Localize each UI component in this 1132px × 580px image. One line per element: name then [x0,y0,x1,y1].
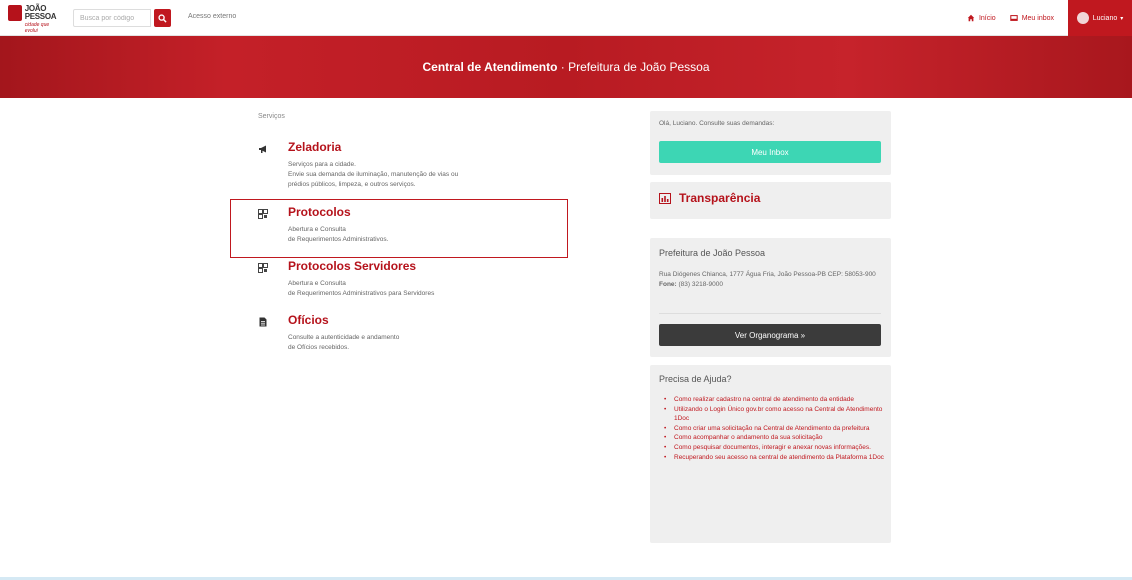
service-description: Consulte a autenticidade e andamento de … [288,333,399,353]
my-inbox-button[interactable]: Meu Inbox [659,141,881,163]
service-desc-line: Envie sua demanda de iluminação, manuten… [288,171,459,178]
help-link[interactable]: Como criar uma solicitação na Central de… [664,424,888,434]
search-button[interactable] [154,9,171,27]
service-title[interactable]: Ofícios [288,313,329,327]
nav-home-link[interactable]: Início [967,14,996,22]
search-input[interactable] [73,9,151,27]
phone-number: (83) 3218-9000 [678,280,723,288]
service-title[interactable]: Protocolos Servidores [288,259,416,273]
transparency-panel[interactable]: Transparência [650,182,891,219]
user-name: Luciano [1092,14,1118,22]
services-label: Serviços [258,113,285,120]
help-link[interactable]: Como realizar cadastro na central de ate… [664,395,888,405]
phone-label: Fone: [659,280,677,288]
service-desc-line: de Requerimentos Administrativos para Se… [288,290,435,297]
joao-pessoa-logo[interactable]: JOÃO PESSOA cidade que evolui [8,5,58,34]
external-access-link[interactable]: Acesso externo [188,13,236,20]
transparency-title[interactable]: Transparência [679,191,760,205]
nav-home-label: Início [978,14,996,22]
banner-title-main: Central de Atendimento [422,60,558,74]
organization-panel: Prefeitura de João Pessoa Rua Diógenes C… [650,238,891,357]
service-title[interactable]: Zeladoria [288,140,341,154]
user-menu[interactable]: Luciano ▾ [1068,0,1132,36]
crest-icon [8,5,22,21]
organization-name: Prefeitura de João Pessoa [659,248,766,258]
nav-inbox-link[interactable]: Meu inbox [1009,14,1054,22]
highlight-box [230,199,568,258]
service-description: Serviços para a cidade. Envie sua demand… [288,160,458,190]
org-chart-button[interactable]: Ver Organograma » [659,324,881,346]
home-icon [967,14,975,22]
help-link[interactable]: Utilizando o Login Único gov.br como ace… [664,405,888,424]
inbox-icon [1009,15,1018,21]
greeting-text: Olá, Luciano. Consulte suas demandas: [659,120,775,127]
logo-tagline: cidade que evolui [24,22,50,34]
inbox-panel: Olá, Luciano. Consulte suas demandas: Me… [650,111,891,175]
avatar [1076,12,1089,24]
help-title: Precisa de Ajuda? [659,374,732,384]
service-desc-line: prédios públicos, limpeza, e outros serv… [288,181,416,188]
bar-chart-icon [659,193,671,204]
logo-line2: PESSOA [24,12,57,21]
organization-address: Rua Diógenes Chianca, 1777 Água Fria, Jo… [659,270,884,289]
page-banner: Central de Atendimento · Prefeitura de J… [0,36,1132,98]
banner-title: Central de Atendimento · Prefeitura de J… [423,60,710,74]
service-description: Abertura e Consulta de Requerimentos Adm… [288,279,434,299]
help-link[interactable]: Como acompanhar o andamento da sua solic… [664,433,888,443]
megaphone-icon [259,145,266,153]
divider [659,313,881,314]
document-icon [259,317,267,327]
chevron-down-icon: ▾ [1120,15,1124,22]
service-desc-line: Abertura e Consulta [288,280,346,287]
phone-line: Fone: (83) 3218-9000 [659,280,884,290]
banner-subtitle: Prefeitura de João Pessoa [568,60,710,74]
help-link[interactable]: Como pesquisar documentos, interagir e a… [664,443,888,453]
qrcode-icon [258,263,268,273]
help-link[interactable]: Recuperando seu acesso na central de ate… [664,453,888,463]
help-links-list: Como realizar cadastro na central de ate… [664,395,888,462]
service-desc-line: Serviços para a cidade. [288,161,356,168]
banner-separator: · [557,60,569,74]
top-navbar: JOÃO PESSOA cidade que evolui Acesso ext… [0,0,1132,36]
search-icon [158,13,167,23]
service-desc-line: de Ofícios recebidos. [288,344,350,351]
nav-inbox-label: Meu inbox [1021,14,1054,22]
service-desc-line: Consulte a autenticidade e andamento [288,334,400,341]
help-panel: Precisa de Ajuda? Como realizar cadastro… [650,365,891,543]
address-text: Rua Diógenes Chianca, 1777 Água Fria, Jo… [659,271,876,278]
